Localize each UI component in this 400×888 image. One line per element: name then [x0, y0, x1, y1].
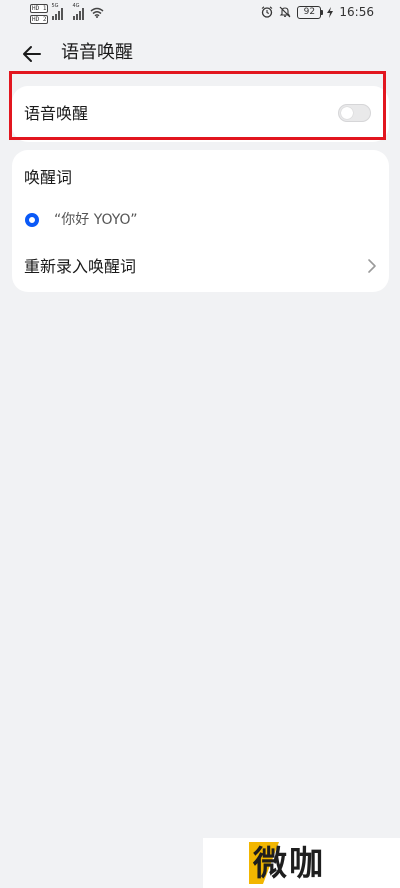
hd-badge-2: HD 2 [30, 15, 49, 24]
chevron-right-icon [368, 259, 376, 273]
rerecord-wake-word-label: 重新录入唤醒词 [24, 257, 137, 276]
status-right: 92 16:56 [261, 5, 374, 19]
arrow-left-icon[interactable] [20, 42, 44, 66]
status-bar: HD 1 HD 2 5G 4G 92 16:56 [0, 0, 400, 28]
signal-icon: 5G [51, 3, 64, 20]
hd-badge-1: HD 1 [30, 4, 49, 13]
signal-icon-2: 4G [72, 3, 85, 20]
mute-icon [279, 6, 291, 18]
page-title: 语音唤醒 [61, 42, 133, 63]
network-type-1: 5G [51, 3, 59, 9]
alarm-icon [262, 6, 273, 18]
hd-icon: HD 1 HD 2 [30, 4, 49, 24]
watermark: 微咖 [203, 838, 400, 888]
status-left: HD 1 HD 2 5G 4G [30, 3, 104, 24]
highlight-box [9, 71, 386, 140]
wake-words-title: 唤醒词 [24, 168, 73, 187]
radio-selected-icon[interactable] [25, 213, 39, 227]
network-type-2: 4G [72, 3, 80, 9]
wake-word-option-label: “你好 YOYO” [54, 212, 138, 228]
wifi-icon [90, 7, 104, 18]
clock-time: 16:56 [339, 5, 374, 19]
battery-icon: 92 [297, 5, 324, 19]
wake-words-card: 唤醒词 “你好 YOYO” 重新录入唤醒词 [12, 150, 389, 292]
charging-icon [327, 6, 334, 18]
app-bar: 语音唤醒 [0, 32, 400, 76]
watermark-text: 微咖 [253, 844, 325, 884]
